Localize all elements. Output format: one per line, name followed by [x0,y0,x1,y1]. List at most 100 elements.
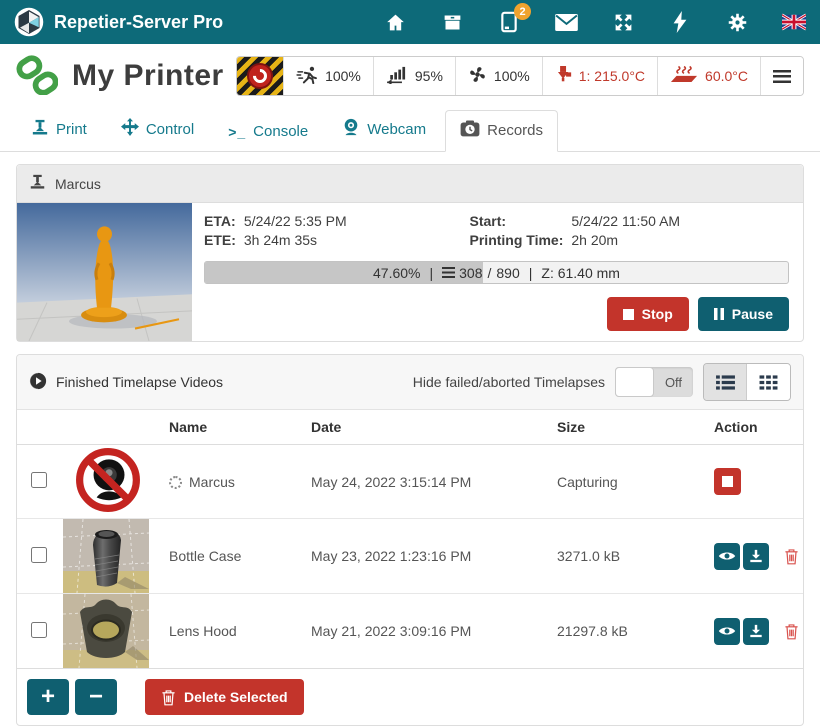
table-header-row: Name Date Size Action [17,410,803,445]
delete-selected-button[interactable]: Delete Selected [145,679,304,715]
bolt-icon[interactable] [668,10,692,34]
fan-control[interactable]: 100% [455,57,542,95]
tab-print[interactable]: Print [16,109,102,151]
no-webcam-icon [75,447,165,516]
stop-button[interactable]: Stop [607,297,689,331]
row-checkbox[interactable] [31,472,47,488]
record-date: May 24, 2022 3:15:14 PM [307,445,553,519]
toggle-state: Off [654,367,693,397]
z-height: Z: 61.40 mm [541,265,620,281]
grid-view-button[interactable] [747,364,790,400]
brand-title: Repetier-Server Pro [54,12,223,33]
video-thumbnail [63,594,149,668]
list-view-button[interactable] [704,364,747,400]
connection-link-icon [16,55,58,98]
tab-bar: Print Control >_ Console Webcam [0,108,820,152]
layer-separator: / [488,265,492,281]
delete-video-button[interactable] [784,623,799,640]
timelapse-title: Finished Timelapse Videos [56,374,223,390]
col-date: Date [307,410,553,445]
navbar: Repetier-Server Pro 2 [0,0,820,44]
col-name: Name [165,410,307,445]
tab-print-label: Print [56,121,87,138]
record-size: Capturing [553,445,710,519]
download-video-button[interactable] [743,543,769,570]
heated-bed-icon [670,65,698,87]
printer-status-bar: 100% 95% [236,56,804,96]
speed-value: 100% [325,68,361,84]
job-name: Marcus [55,176,101,192]
hide-failed-toggle[interactable]: Off [615,367,693,397]
stop-icon [623,309,634,320]
view-video-button[interactable] [714,618,740,645]
timelapse-panel: Finished Timelapse Videos Hide failed/ab… [16,354,804,726]
print-tab-icon [31,119,49,140]
record-size: 3271.0 kB [553,519,710,594]
expand-arrows-icon[interactable] [611,10,635,34]
job-preview-image [17,203,192,341]
start-value: 5/24/22 11:50 AM [571,213,789,229]
layer-total: 890 [496,265,519,281]
flow-icon [386,66,408,87]
view-video-button[interactable] [714,543,740,570]
delete-selected-label: Delete Selected [184,689,288,705]
layer-current: 308 [459,265,482,281]
devices-icon[interactable]: 2 [497,10,521,34]
printer-menu-button[interactable] [760,57,803,95]
timelapse-table: Name Date Size Action [17,410,803,669]
home-icon[interactable] [383,10,407,34]
job-info: ETA: 5/24/22 5:35 PM Start: 5/24/22 11:5… [204,213,789,248]
page-title: My Printer [72,59,224,93]
pause-label: Pause [732,306,773,322]
mail-icon[interactable] [554,10,578,34]
deselect-all-button[interactable]: − [75,679,117,715]
tab-control[interactable]: Control [106,108,209,151]
pause-icon [714,308,724,320]
extruder-temperature[interactable]: 1: 215.0°C [542,57,657,95]
printer-header: My Printer 100% [0,44,820,108]
fan-value: 100% [494,68,530,84]
progress-percent: 47.60% [373,265,420,281]
control-arrows-icon [121,118,139,140]
records-camera-icon [460,120,480,141]
layers-icon [442,267,455,278]
emergency-stop-button[interactable] [237,57,283,95]
console-prompt-icon: >_ [228,124,246,140]
select-all-button[interactable]: + [27,679,69,715]
tab-webcam[interactable]: Webcam [327,108,441,151]
speed-multiplier[interactable]: 100% [283,57,373,95]
timelapse-footer: + − Delete Selected [17,669,803,725]
repetier-logo-icon [14,7,44,37]
printers-box-icon[interactable] [440,10,464,34]
eta-value: 5/24/22 5:35 PM [244,213,462,229]
ete-label: ETE: [204,232,236,248]
delete-video-button[interactable] [784,548,799,565]
progress-divider: | [430,265,434,281]
brand[interactable]: Repetier-Server Pro [14,7,223,37]
download-video-button[interactable] [743,618,769,645]
printing-time-label: Printing Time: [470,232,564,248]
progress-divider2: | [529,265,533,281]
col-size: Size [553,410,710,445]
print-progress-bar: 47.60% | 308 / 890 | Z: 61.40 mm [204,261,789,284]
pause-button[interactable]: Pause [698,297,789,331]
bed-temperature[interactable]: 60.0°C [657,57,760,95]
row-checkbox[interactable] [31,547,47,563]
tab-console[interactable]: >_ Console [213,113,323,151]
tab-records[interactable]: Records [445,110,558,152]
video-thumbnail [63,519,149,593]
gear-icon[interactable] [725,10,749,34]
flow-multiplier[interactable]: 95% [373,57,455,95]
record-size: 21297.8 kB [553,594,710,669]
table-row: Bottle Case May 23, 2022 1:23:16 PM 3271… [17,519,803,594]
job-panel-header: Marcus [17,165,803,203]
extruder-icon [555,65,572,87]
ete-value: 3h 24m 35s [244,232,462,248]
current-job-panel: Marcus [16,164,804,342]
record-date: May 23, 2022 1:23:16 PM [307,519,553,594]
row-checkbox[interactable] [31,622,47,638]
record-name: Lens Hood [169,623,237,639]
trash-icon [161,689,176,706]
stop-capture-button[interactable] [714,468,741,495]
language-flag-icon[interactable] [782,10,806,34]
